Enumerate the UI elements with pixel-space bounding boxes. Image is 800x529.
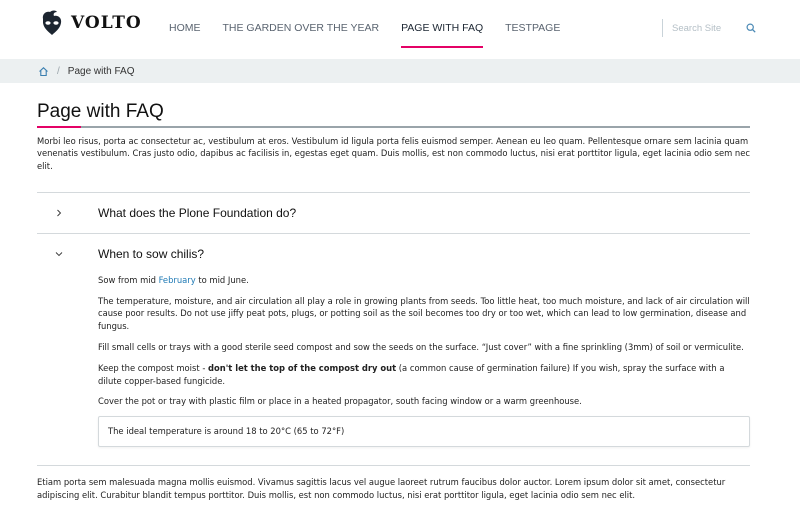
faq-question-toggle[interactable]: What does the Plone Foundation do?	[37, 193, 750, 233]
faq-accordion: What does the Plone Foundation do? When …	[37, 191, 750, 467]
faq-answer: Sow from mid February to mid June. The t…	[37, 274, 750, 465]
logo-text: VOLTO	[71, 13, 142, 33]
faq-question: What does the Plone Foundation do?	[98, 205, 297, 220]
answer-bold-text: don't let the top of the compost dry out	[208, 362, 397, 373]
chevron-wrapper	[37, 250, 98, 258]
outro-paragraph: Etiam porta sem malesuada magna mollis e…	[37, 477, 726, 500]
faq-item: When to sow chilis? Sow from mid Februar…	[37, 234, 750, 467]
main-content: Page with FAQ Morbi leo risus, porta ac …	[37, 100, 750, 502]
search-icon	[746, 23, 756, 33]
nav-item-garden-over-the-year[interactable]: THE GARDEN OVER THE YEAR	[223, 0, 380, 48]
search-box	[662, 19, 758, 37]
breadcrumb-separator: /	[57, 65, 60, 77]
february-link[interactable]: February	[159, 275, 196, 285]
volto-mask-icon	[42, 10, 62, 35]
breadcrumb: / Page with FAQ	[0, 59, 800, 83]
temperature-callout: The ideal temperature is around 18 to 20…	[98, 416, 750, 448]
nav-item-home[interactable]: HOME	[169, 0, 201, 48]
answer-paragraph: Fill small cells or trays with a good st…	[98, 342, 744, 353]
answer-paragraph: Sow from mid February to mid June.	[98, 274, 750, 287]
site-header: VOLTO HOME THE GARDEN OVER THE YEAR PAGE…	[0, 0, 800, 59]
page-title: Page with FAQ	[37, 101, 164, 122]
title-underline	[37, 126, 750, 128]
faq-question-toggle[interactable]: When to sow chilis?	[37, 234, 750, 274]
faq-question: When to sow chilis?	[98, 246, 205, 261]
home-icon	[39, 66, 48, 76]
breadcrumb-home-link[interactable]	[38, 66, 49, 77]
answer-text: Keep the compost moist -	[98, 362, 209, 373]
chevron-wrapper	[37, 209, 98, 217]
nav-item-page-with-faq[interactable]: PAGE WITH FAQ	[401, 0, 484, 48]
breadcrumb-current: Page with FAQ	[67, 65, 135, 77]
main-navigation: HOME THE GARDEN OVER THE YEAR PAGE WITH …	[169, 0, 582, 48]
answer-paragraph: The temperature, moisture, and air circu…	[98, 295, 750, 332]
intro-paragraph: Morbi leo risus, porta ac consectetur ac…	[37, 135, 750, 172]
search-button[interactable]	[744, 21, 758, 35]
answer-text: to mid June.	[195, 274, 249, 285]
chevron-right-icon	[57, 209, 62, 217]
faq-item: What does the Plone Foundation do?	[37, 193, 750, 234]
nav-item-testpage[interactable]: TESTPAGE	[505, 0, 560, 48]
answer-text: Sow from mid	[98, 274, 159, 285]
answer-paragraph: Keep the compost moist - don't let the t…	[98, 362, 750, 388]
answer-paragraph: Cover the pot or tray with plastic film …	[98, 396, 582, 407]
search-input[interactable]	[672, 22, 738, 34]
site-logo[interactable]: VOLTO	[40, 9, 142, 37]
chevron-down-icon	[55, 252, 63, 257]
